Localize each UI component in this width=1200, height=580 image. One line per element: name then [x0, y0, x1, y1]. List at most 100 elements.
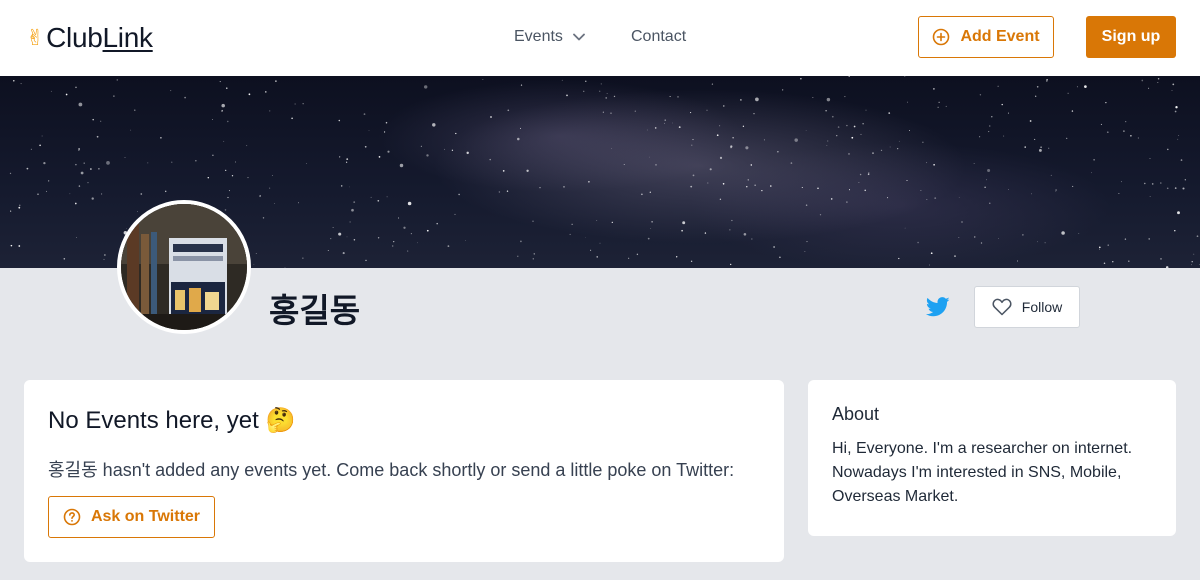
star-dot [140, 193, 143, 195]
star-dot [1067, 92, 1069, 94]
star-dot [805, 130, 807, 131]
star-dot [1071, 110, 1074, 112]
follow-button[interactable]: Follow [974, 286, 1080, 328]
star-dot [306, 163, 308, 164]
star-dot [812, 97, 814, 98]
star-dot [848, 76, 850, 77]
star-dot [646, 129, 648, 131]
star-dot [225, 169, 227, 172]
star-dot [340, 185, 343, 187]
star-dot [420, 145, 422, 147]
star-dot [90, 168, 92, 170]
star-dot [654, 127, 657, 129]
star-dot [669, 96, 671, 97]
star-dot [836, 135, 838, 137]
star-dot [1177, 138, 1179, 140]
star-dot [773, 246, 775, 248]
star-dot [907, 101, 908, 103]
star-dot [103, 258, 105, 260]
about-text: Hi, Everyone. I'm a researcher on intern… [832, 440, 1133, 505]
star-dot [255, 253, 257, 254]
sign-up-button[interactable]: Sign up [1086, 16, 1176, 58]
star-dot [860, 133, 862, 135]
star-dot [1034, 138, 1036, 140]
star-dot [636, 253, 639, 256]
star-dot [455, 132, 457, 135]
star-dot [212, 154, 214, 157]
add-event-button[interactable]: Add Event [918, 16, 1054, 58]
star-dot [690, 260, 693, 262]
star-dot [846, 124, 848, 127]
star-dot [606, 93, 608, 94]
star-dot [887, 197, 889, 199]
victory-hand-icon: ✌ [26, 25, 45, 50]
star-dot [248, 93, 251, 96]
star-dot [745, 146, 749, 150]
star-dot [219, 81, 221, 83]
star-dot [520, 84, 523, 86]
star-dot [78, 102, 83, 107]
star-dot [743, 233, 747, 236]
star-dot [928, 264, 930, 266]
star-dot [611, 148, 613, 149]
star-dot [827, 140, 829, 142]
star-dot [1141, 79, 1144, 82]
star-dot [18, 206, 21, 209]
star-dot [1175, 106, 1178, 109]
star-dot [844, 96, 846, 98]
star-dot [1050, 174, 1052, 176]
star-dot [1078, 233, 1080, 235]
star-dot [898, 140, 900, 142]
star-dot [831, 115, 834, 118]
star-dot [731, 219, 733, 222]
nav-contact-link[interactable]: Contact [631, 24, 686, 50]
star-dot [489, 158, 491, 161]
star-dot [1148, 238, 1151, 240]
twitter-icon[interactable] [926, 296, 950, 318]
star-dot [346, 158, 349, 160]
star-dot [848, 189, 851, 191]
star-dot [794, 138, 798, 142]
star-dot [365, 259, 367, 262]
star-dot [779, 256, 781, 259]
star-dot [1149, 158, 1151, 160]
star-dot [1001, 103, 1003, 106]
star-dot [1182, 187, 1185, 190]
star-dot [1099, 246, 1101, 249]
star-dot [991, 115, 993, 118]
star-dot [387, 150, 390, 153]
star-dot [1125, 121, 1127, 123]
star-dot [906, 179, 908, 182]
star-dot [392, 245, 394, 247]
star-dot [664, 122, 665, 124]
clublink-logo[interactable]: ✌ Club Link [26, 20, 153, 56]
star-dot [623, 164, 625, 166]
star-dot [613, 95, 616, 98]
star-dot [116, 79, 119, 81]
star-dot [26, 167, 29, 170]
star-dot [1007, 112, 1009, 114]
star-dot [262, 217, 265, 219]
star-dot [709, 168, 712, 171]
star-dot [997, 85, 999, 87]
star-dot [716, 134, 719, 137]
star-dot [805, 204, 808, 206]
star-dot [1178, 134, 1180, 137]
star-dot [465, 240, 466, 242]
star-dot [532, 258, 534, 260]
star-dot [502, 170, 505, 172]
star-dot [864, 189, 866, 192]
star-dot [806, 241, 808, 243]
star-dot [826, 144, 828, 146]
ask-on-twitter-label: Ask on Twitter [90, 508, 201, 525]
nav-events-menu[interactable]: Events [514, 24, 585, 50]
star-dot [958, 197, 960, 198]
star-dot [853, 125, 856, 128]
star-dot [349, 186, 350, 188]
star-dot [588, 180, 590, 183]
profile-name: 홍길동 [269, 291, 361, 330]
star-dot [723, 105, 725, 107]
star-dot [1157, 77, 1160, 80]
star-dot [1157, 81, 1159, 84]
ask-on-twitter-button[interactable]: Ask on Twitter [48, 496, 215, 538]
